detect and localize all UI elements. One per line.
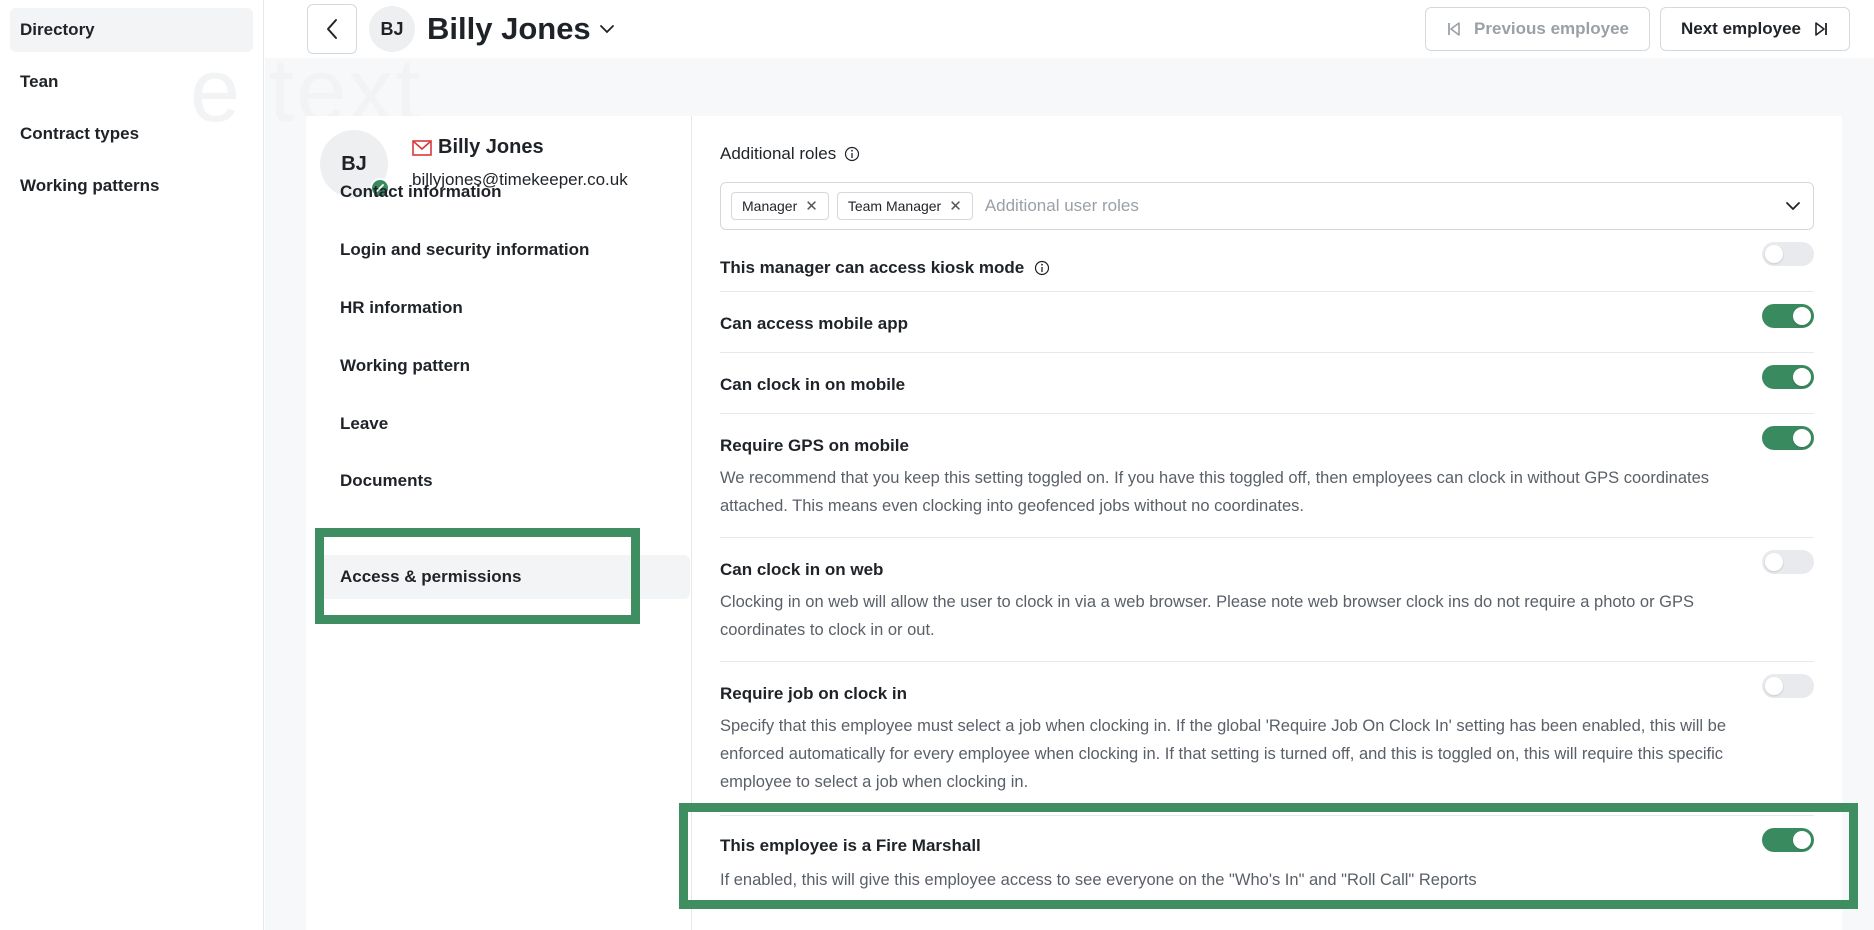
previous-employee-label: Previous employee [1474,19,1629,38]
setting-title: This employee is a Fire Marshall [720,836,981,855]
toggle-knob [1793,429,1811,447]
subnav-contact-information[interactable]: Contact information [320,170,676,214]
setting-fire-marshall: This employee is a Fire Marshall If enab… [720,816,1814,916]
toggle-knob [1765,553,1783,571]
subnav-access-permissions-label: Access & permissions [340,567,522,586]
skip-previous-icon [1448,22,1460,36]
toggle-mobile-app[interactable] [1762,304,1814,328]
close-icon[interactable]: ✕ [805,197,818,215]
subnav-leave[interactable]: Leave [320,402,676,446]
setting-title: Require job on clock in [720,684,908,703]
subnav-working-pattern[interactable]: Working pattern [320,344,676,388]
additional-roles-select[interactable]: Manager ✕ Team Manager ✕ Additional user… [720,182,1814,230]
setting-description: If enabled, this will give this employee… [720,871,1477,889]
toggle-clock-in-mobile[interactable] [1762,365,1814,389]
toggle-knob [1765,245,1783,263]
app-nav-working-patterns[interactable]: Working patterns [10,164,253,208]
mail-icon[interactable] [412,139,432,156]
additional-roles-label: Additional roles [720,144,837,163]
chevron-left-icon [327,19,337,39]
subnav-hr-information[interactable]: HR information [320,286,676,330]
info-icon[interactable] [1034,260,1050,276]
setting-title-row: This manager can access kiosk mode [720,258,1050,278]
role-chip-label: Team Manager [847,198,942,214]
subnav-login-security[interactable]: Login and security information [320,228,676,272]
toggle-knob [1793,368,1811,386]
role-chip: Team Manager ✕ [836,192,973,220]
setting-description: We recommend that you keep this setting … [720,469,1710,515]
setting-title: Can clock in on mobile [720,375,906,394]
toggle-knob [1765,677,1783,695]
close-icon[interactable]: ✕ [949,197,962,215]
toggle-knob [1793,831,1811,849]
subnav-documents[interactable]: Documents [320,459,676,503]
setting-kiosk-mode: This manager can access kiosk mode [720,240,1814,292]
setting-description: Clocking in on web will allow the user t… [720,593,1694,639]
additional-roles-label-row: Additional roles [720,144,860,164]
setting-description: Specify that this employee must select a… [720,717,1727,791]
setting-mobile-app: Can access mobile app [720,292,1814,353]
setting-title: Require GPS on mobile [720,436,909,455]
employee-subnav: BJ Billy Jones billyjones@timekeeper.co.… [306,116,691,930]
employee-name-dropdown[interactable]: Billy Jones [427,11,591,47]
toggle-clock-in-web[interactable] [1762,550,1814,574]
toggle-require-gps[interactable] [1762,426,1814,450]
setting-require-job: Require job on clock in Specify that thi… [720,662,1814,816]
toggle-fire-marshall[interactable] [1762,828,1814,852]
skip-next-icon [1815,22,1827,36]
access-permissions-panel: Additional roles Manager ✕ Team Manager … [692,116,1842,930]
setting-clock-in-mobile: Can clock in on mobile [720,353,1814,414]
setting-require-gps: Require GPS on mobile We recommend that … [720,414,1814,538]
chevron-down-icon[interactable] [1785,201,1801,211]
next-employee-button[interactable]: Next employee [1660,7,1850,51]
toggle-knob [1793,307,1811,325]
info-icon[interactable] [844,146,860,162]
setting-clock-in-web: Can clock in on web Clocking in on web w… [720,538,1814,662]
header-avatar: BJ [369,6,415,52]
employee-name-row: Billy Jones [412,136,544,159]
next-employee-label: Next employee [1681,19,1801,38]
employee-name: Billy Jones [438,136,544,158]
setting-title: Can clock in on web [720,560,884,579]
chevron-down-icon[interactable] [599,24,615,34]
employee-header: BJ Billy Jones Previous employee Next em… [265,0,1874,58]
role-chip-label: Manager [742,198,798,214]
back-button[interactable] [307,4,357,54]
toggle-kiosk-mode[interactable] [1762,242,1814,266]
setting-title: Can access mobile app [720,314,909,333]
setting-title: This manager can access kiosk mode [720,258,1025,277]
role-chip: Manager ✕ [731,192,829,220]
roles-placeholder[interactable]: Additional user roles [985,196,1777,216]
previous-employee-button[interactable]: Previous employee [1425,7,1650,51]
toggle-require-job[interactable] [1762,674,1814,698]
